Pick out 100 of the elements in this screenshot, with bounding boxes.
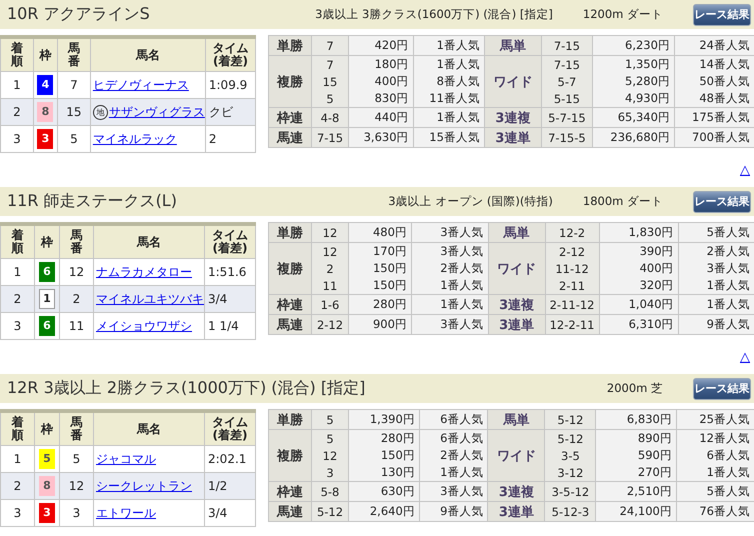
table-cell: 5 xyxy=(312,90,348,108)
table-cell: 1-6 xyxy=(312,294,348,314)
column-header: 枠 xyxy=(34,411,60,446)
race-conditions: 3歳以上 オープン (国際)(特指) xyxy=(388,194,553,209)
table-cell: 150円 xyxy=(348,447,420,464)
table-cell: 15番人気 xyxy=(413,128,484,148)
table-cell: 1番人気 xyxy=(678,277,754,294)
race-result-button[interactable]: レース結果 xyxy=(693,378,751,400)
table-cell: 2 xyxy=(0,286,34,312)
table-cell: クビ xyxy=(205,98,256,126)
race-result-button[interactable]: レース結果 xyxy=(693,4,751,26)
table-cell: 6番人気 xyxy=(419,410,488,430)
table-cell: 3/4 xyxy=(204,286,256,312)
table-cell: 2 xyxy=(0,98,34,126)
table-cell: 5-15 xyxy=(541,90,592,108)
table-cell: 480円 xyxy=(348,222,412,242)
race-distance: 1200m ダート xyxy=(582,7,663,22)
bet-type-label: ワイド xyxy=(484,56,542,108)
table-cell: 65,340円 xyxy=(592,108,674,128)
table-cell: 900円 xyxy=(348,314,412,334)
table-cell: 11-12 xyxy=(545,260,599,277)
frame-badge: 6 xyxy=(39,316,55,336)
table-cell: 590円 xyxy=(596,447,676,464)
table-cell: 5-12 xyxy=(544,410,596,430)
bet-type-label: 枠連 xyxy=(268,294,312,314)
bet-type-label: 馬単 xyxy=(488,222,546,242)
table-cell: 3-5-12 xyxy=(544,482,596,502)
table-cell: 2番人気 xyxy=(678,242,754,260)
table-cell: 3-12 xyxy=(544,464,596,482)
column-header: 馬番 xyxy=(58,37,90,72)
horse-link[interactable]: サザンヴィグラス xyxy=(108,104,205,118)
table-cell: 5-12-3 xyxy=(544,502,596,522)
table-cell: 2-12 xyxy=(312,314,348,334)
race-title: 12R 3歳以上 2勝クラス(1000万下) (混合) [指定] xyxy=(7,378,366,399)
table-cell: 24,100円 xyxy=(596,502,676,522)
table-cell: 2 xyxy=(312,260,348,277)
column-header: 馬番 xyxy=(60,411,94,446)
page-top-link[interactable]: △ xyxy=(740,162,750,178)
column-header: 着順 xyxy=(0,411,34,446)
bet-type-label: 3連複 xyxy=(488,482,545,502)
table-cell: 48番人気 xyxy=(674,90,754,108)
column-header: タイム (着差) xyxy=(204,224,256,258)
table-cell: 12-2 xyxy=(545,222,599,242)
table-cell: 9番人気 xyxy=(419,502,488,522)
table-cell: 5-8 xyxy=(312,482,348,502)
table-cell: 7-15 xyxy=(312,128,348,148)
table-cell: 1,830円 xyxy=(599,222,678,242)
column-header: 馬名 xyxy=(90,37,206,72)
table-cell: 6,310円 xyxy=(599,314,678,334)
table-cell: 320円 xyxy=(599,277,678,294)
race-result-button[interactable]: レース結果 xyxy=(693,190,751,212)
table-cell: 1/2 xyxy=(204,472,256,500)
table-cell: 2-11 xyxy=(545,277,599,294)
column-header: 馬番 xyxy=(60,224,94,258)
table-cell: 1番人気 xyxy=(411,294,488,314)
race-title: 10R アクアラインS xyxy=(7,4,150,25)
table-cell: 12 xyxy=(312,222,348,242)
frame-badge: 1 xyxy=(39,289,55,309)
table-cell: 3,630円 xyxy=(348,128,414,148)
table-cell: 12 xyxy=(60,472,94,500)
table-cell: 280円 xyxy=(348,294,412,314)
page-top-link[interactable]: △ xyxy=(740,350,750,364)
frame-badge: 3 xyxy=(37,129,54,149)
column-header: 枠 xyxy=(34,224,60,258)
table-cell: 2 xyxy=(205,126,256,152)
table-cell: 3 xyxy=(0,126,34,152)
table-cell: 5 xyxy=(58,126,90,152)
bet-type-label: 馬単 xyxy=(488,410,545,430)
column-header: 馬名 xyxy=(94,224,204,258)
table-cell: 2 xyxy=(60,286,94,312)
table-cell: 7-15 xyxy=(541,36,592,56)
table-cell: 8番人気 xyxy=(413,73,484,90)
table-cell: 2,640円 xyxy=(348,502,420,522)
table-cell: 2 xyxy=(0,472,34,500)
table-cell: 630円 xyxy=(348,482,420,502)
table-cell: 3-5 xyxy=(544,447,596,464)
column-header: 枠 xyxy=(33,37,58,72)
table-cell: 3番人気 xyxy=(411,314,488,334)
table-cell: 1番人気 xyxy=(419,464,488,482)
table-cell: 2,510円 xyxy=(596,482,676,502)
table-cell: 11 xyxy=(60,312,94,340)
table-cell: 130円 xyxy=(348,464,420,482)
column-header: タイム (着差) xyxy=(205,37,256,72)
table-cell: 1番人気 xyxy=(411,277,488,294)
table-cell: 3 xyxy=(60,500,94,526)
table-cell: 3 xyxy=(0,312,34,340)
bet-type-label: 3連複 xyxy=(488,294,546,314)
bet-type-label: 単勝 xyxy=(268,410,312,430)
table-cell: 3/4 xyxy=(204,500,256,526)
race-distance: 1800m ダート xyxy=(582,194,663,209)
table-cell: 270円 xyxy=(596,464,676,482)
table-cell: 5-12 xyxy=(544,430,596,447)
table-cell: 12-2-11 xyxy=(545,314,599,334)
table-cell: 7 xyxy=(312,36,348,56)
table-cell: 14番人気 xyxy=(674,56,754,73)
table-cell: 4,930円 xyxy=(592,90,674,108)
table-cell: 2-12 xyxy=(545,242,599,260)
frame-badge: 4 xyxy=(37,75,54,95)
bet-type-label: 馬単 xyxy=(484,36,542,56)
bet-type-label: 複勝 xyxy=(268,242,312,294)
